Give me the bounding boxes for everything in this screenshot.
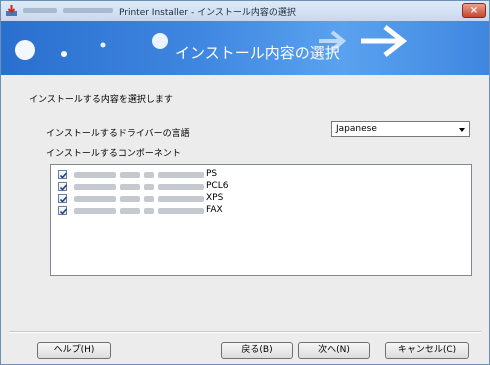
redacted-text: [74, 184, 116, 190]
banner-title: インストール内容の選択: [175, 44, 340, 62]
redacted-text: [144, 184, 154, 190]
checkbox[interactable]: [58, 182, 68, 191]
redacted-text: [74, 196, 116, 202]
components-label: インストールするコンポーネント: [46, 149, 181, 159]
close-button[interactable]: ×: [462, 3, 486, 18]
installer-icon: [6, 5, 17, 16]
redacted-text: [74, 208, 116, 214]
instruction-text: インストールする内容を選択します: [29, 95, 173, 105]
redacted-text: [158, 172, 204, 178]
redacted-text: [120, 184, 140, 190]
installer-window: Printer Installer - インストール内容の選択 × インストール…: [0, 0, 490, 365]
header-banner: インストール内容の選択: [1, 21, 489, 75]
component-list[interactable]: PS PCL6 XPS FAX: [50, 164, 472, 276]
checkmark-icon: [59, 208, 68, 215]
chevron-down-icon: [459, 128, 465, 132]
redacted-text: [120, 208, 140, 214]
redacted-text: [158, 196, 204, 202]
next-button[interactable]: 次へ(N): [298, 342, 370, 359]
footer-divider: [9, 331, 481, 333]
title-redacted: [63, 8, 113, 13]
language-select-value: Japanese: [336, 124, 377, 134]
checkbox[interactable]: [58, 170, 68, 179]
close-icon: ×: [469, 5, 479, 16]
language-select[interactable]: Japanese: [331, 121, 470, 137]
language-label: インストールするドライバーの言語: [46, 129, 190, 139]
title-bar[interactable]: Printer Installer - インストール内容の選択 ×: [1, 1, 489, 22]
redacted-text: [74, 172, 116, 178]
title-redacted: [23, 8, 57, 13]
redacted-text: [120, 172, 140, 178]
redacted-text: [120, 196, 140, 202]
redacted-text: [144, 172, 154, 178]
component-name: XPS: [206, 193, 224, 203]
checkmark-icon: [59, 172, 68, 179]
component-name: PS: [206, 169, 218, 179]
checkbox[interactable]: [58, 206, 68, 215]
back-button[interactable]: 戻る(B): [221, 342, 293, 359]
help-button[interactable]: ヘルプ(H): [37, 342, 111, 359]
window-title: Printer Installer - インストール内容の選択: [119, 8, 296, 18]
redacted-text: [144, 208, 154, 214]
cancel-button[interactable]: キャンセル(C): [385, 342, 469, 359]
checkbox[interactable]: [58, 194, 68, 203]
redacted-text: [158, 208, 204, 214]
checkmark-icon: [59, 184, 68, 191]
checkmark-icon: [59, 196, 68, 203]
redacted-text: [158, 184, 204, 190]
component-name: FAX: [206, 205, 223, 215]
component-name: PCL6: [206, 181, 229, 191]
redacted-text: [144, 196, 154, 202]
